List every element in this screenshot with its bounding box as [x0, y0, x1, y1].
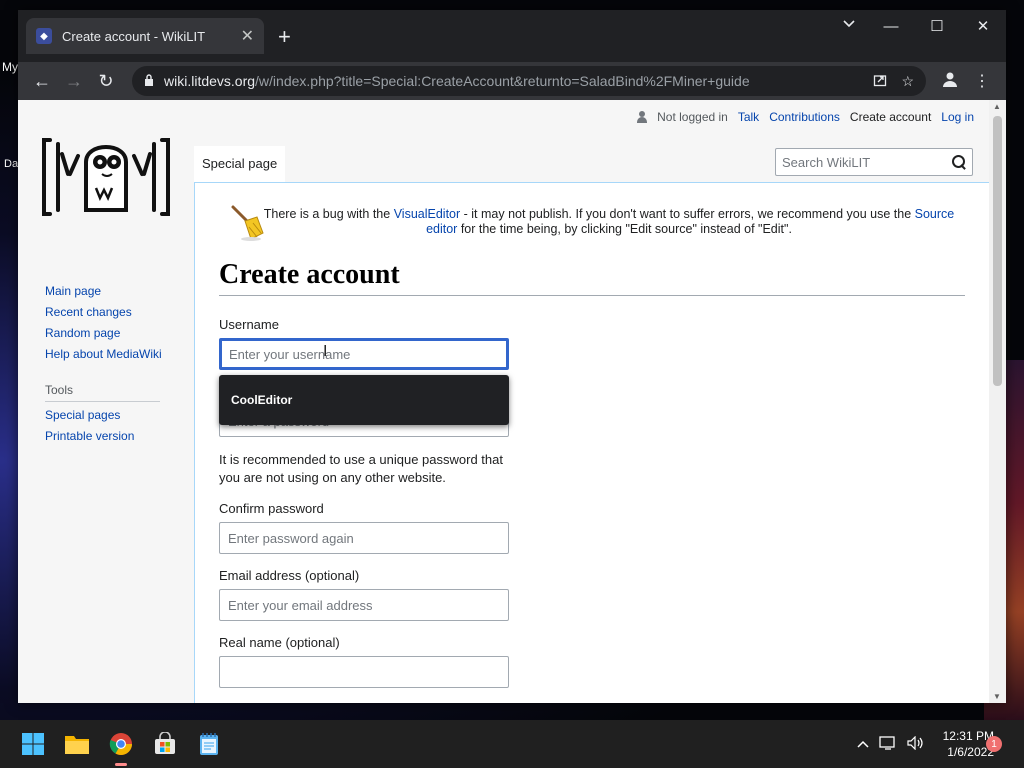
notification-badge[interactable]: 1 [986, 736, 1002, 752]
desktop-icon-label[interactable]: My [2, 60, 18, 74]
profile-icon[interactable] [934, 71, 966, 92]
tab-title: Create account - WikiLIT [62, 28, 206, 44]
close-tab-icon[interactable]: ✕ [241, 26, 254, 46]
chevron-down-icon[interactable] [842, 16, 856, 33]
sidebar: Main page Recent changes Random page Hel… [45, 284, 162, 450]
sidebar-item-recent-changes[interactable]: Recent changes [45, 305, 162, 319]
tab-strip: ◆ Create account - WikiLIT ✕ + — ☐ ✕ [18, 10, 1006, 62]
back-button[interactable]: ← [26, 71, 58, 92]
desktop-icon-label[interactable]: Da [4, 158, 18, 170]
menu-kebab-icon[interactable]: ⋮ [966, 71, 998, 91]
username-label: Username [219, 317, 279, 332]
page-viewport: Not logged in Talk Contributions Create … [18, 100, 1006, 703]
url-host: wiki.litdevs.org [164, 73, 256, 89]
sidebar-item-special-pages[interactable]: Special pages [45, 408, 162, 422]
file-explorer-icon[interactable] [63, 730, 91, 758]
main-content: There is a bug with the VisualEditor - i… [194, 182, 989, 703]
store-icon[interactable] [151, 730, 179, 758]
wiki-favicon-icon: ◆ [36, 28, 52, 44]
confirm-password-label: Confirm password [219, 501, 324, 516]
notepad-icon[interactable] [195, 730, 223, 758]
lock-icon[interactable] [144, 73, 154, 89]
search-input[interactable]: Search WikiLIT [775, 148, 973, 176]
share-icon[interactable] [873, 73, 887, 90]
address-bar[interactable]: wiki.litdevs.org /w/index.php?title=Spec… [132, 66, 926, 96]
tools-heading: Tools [45, 383, 160, 402]
new-tab-button[interactable]: + [278, 24, 291, 50]
talk-link[interactable]: Talk [738, 110, 759, 124]
user-icon [637, 111, 648, 123]
create-account-link[interactable]: Create account [850, 110, 931, 124]
scroll-down-icon[interactable]: ▼ [993, 692, 1001, 701]
close-window-button[interactable]: ✕ [960, 10, 1006, 42]
sidebar-item-help[interactable]: Help about MediaWiki [45, 347, 162, 361]
sidebar-item-main-page[interactable]: Main page [45, 284, 162, 298]
sidebar-item-printable-version[interactable]: Printable version [45, 429, 162, 443]
chevron-up-icon[interactable] [857, 737, 869, 752]
confirm-password-field[interactable] [219, 522, 509, 554]
browser-window: ◆ Create account - WikiLIT ✕ + — ☐ ✕ ← →… [18, 10, 1006, 703]
notice-text: There is a bug with the [263, 207, 394, 221]
site-logo[interactable] [40, 134, 172, 220]
browser-toolbar: ← → ↻ wiki.litdevs.org /w/index.php?titl… [18, 62, 1006, 100]
start-icon[interactable] [19, 730, 47, 758]
visualeditor-link[interactable]: VisualEditor [394, 207, 460, 221]
username-field[interactable] [219, 338, 509, 370]
maximize-button[interactable]: ☐ [914, 10, 960, 42]
network-icon[interactable] [878, 735, 897, 753]
search-placeholder: Search WikiLIT [782, 154, 871, 170]
contributions-link[interactable]: Contributions [769, 110, 840, 124]
forward-button[interactable]: → [58, 71, 90, 92]
system-tray: 12:31 PM 1/6/2022 [857, 728, 994, 760]
tab-special-page[interactable]: Special page [194, 146, 286, 182]
page-tabs: Special page Search WikiLIT [194, 146, 989, 182]
realname-field[interactable] [219, 656, 509, 688]
personal-tools: Not logged in Talk Contributions Create … [637, 110, 974, 124]
login-status: Not logged in [657, 110, 728, 124]
sidebar-item-random-page[interactable]: Random page [45, 326, 162, 340]
email-label: Email address (optional) [219, 568, 360, 583]
volume-icon[interactable] [907, 735, 925, 753]
notice-text: for the time being, by clicking "Edit so… [457, 222, 792, 236]
chrome-icon[interactable] [107, 730, 135, 766]
realname-label: Real name (optional) [219, 635, 340, 650]
browser-tab[interactable]: ◆ Create account - WikiLIT ✕ [26, 18, 264, 54]
login-link[interactable]: Log in [941, 110, 974, 124]
email-field[interactable] [219, 589, 509, 621]
url-path: /w/index.php?title=Special:CreateAccount… [255, 73, 750, 89]
search-icon[interactable] [952, 155, 966, 169]
password-hint: It is recommended to use a unique passwo… [219, 452, 503, 485]
scrollbar-thumb[interactable] [993, 116, 1002, 386]
page-title: Create account [219, 259, 965, 296]
site-notice: There is a bug with the VisualEditor - i… [221, 201, 971, 243]
scroll-up-icon[interactable]: ▲ [993, 102, 1001, 111]
create-account-form: Username I CoolEditor It is recommended … [219, 317, 509, 702]
bookmark-star-icon[interactable]: ☆ [901, 73, 914, 90]
taskbar: 12:31 PM 1/6/2022 1 [0, 720, 1024, 768]
text-cursor-icon: I [323, 343, 328, 360]
page-scrollbar[interactable]: ▲ ▼ [989, 100, 1006, 703]
autocomplete-suggestion[interactable]: CoolEditor [219, 375, 509, 425]
minimize-button[interactable]: — [868, 10, 914, 42]
reload-button[interactable]: ↻ [90, 71, 122, 92]
notice-text: - it may not publish. If you don't want … [460, 207, 915, 221]
